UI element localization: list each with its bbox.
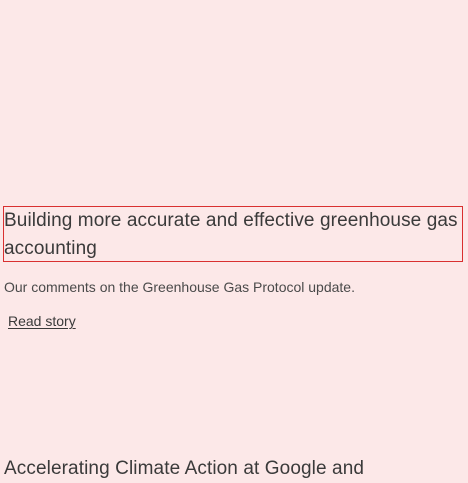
read-story-link[interactable]: Read story [8,312,76,330]
story-card: Building more accurate and effective gre… [0,0,468,479]
story-description: Our comments on the Greenhouse Gas Proto… [4,279,355,295]
story-image-area [0,0,468,205]
story-title[interactable]: Building more accurate and effective gre… [3,206,463,262]
next-story-title[interactable]: Accelerating Climate Action at Google an… [4,455,364,483]
